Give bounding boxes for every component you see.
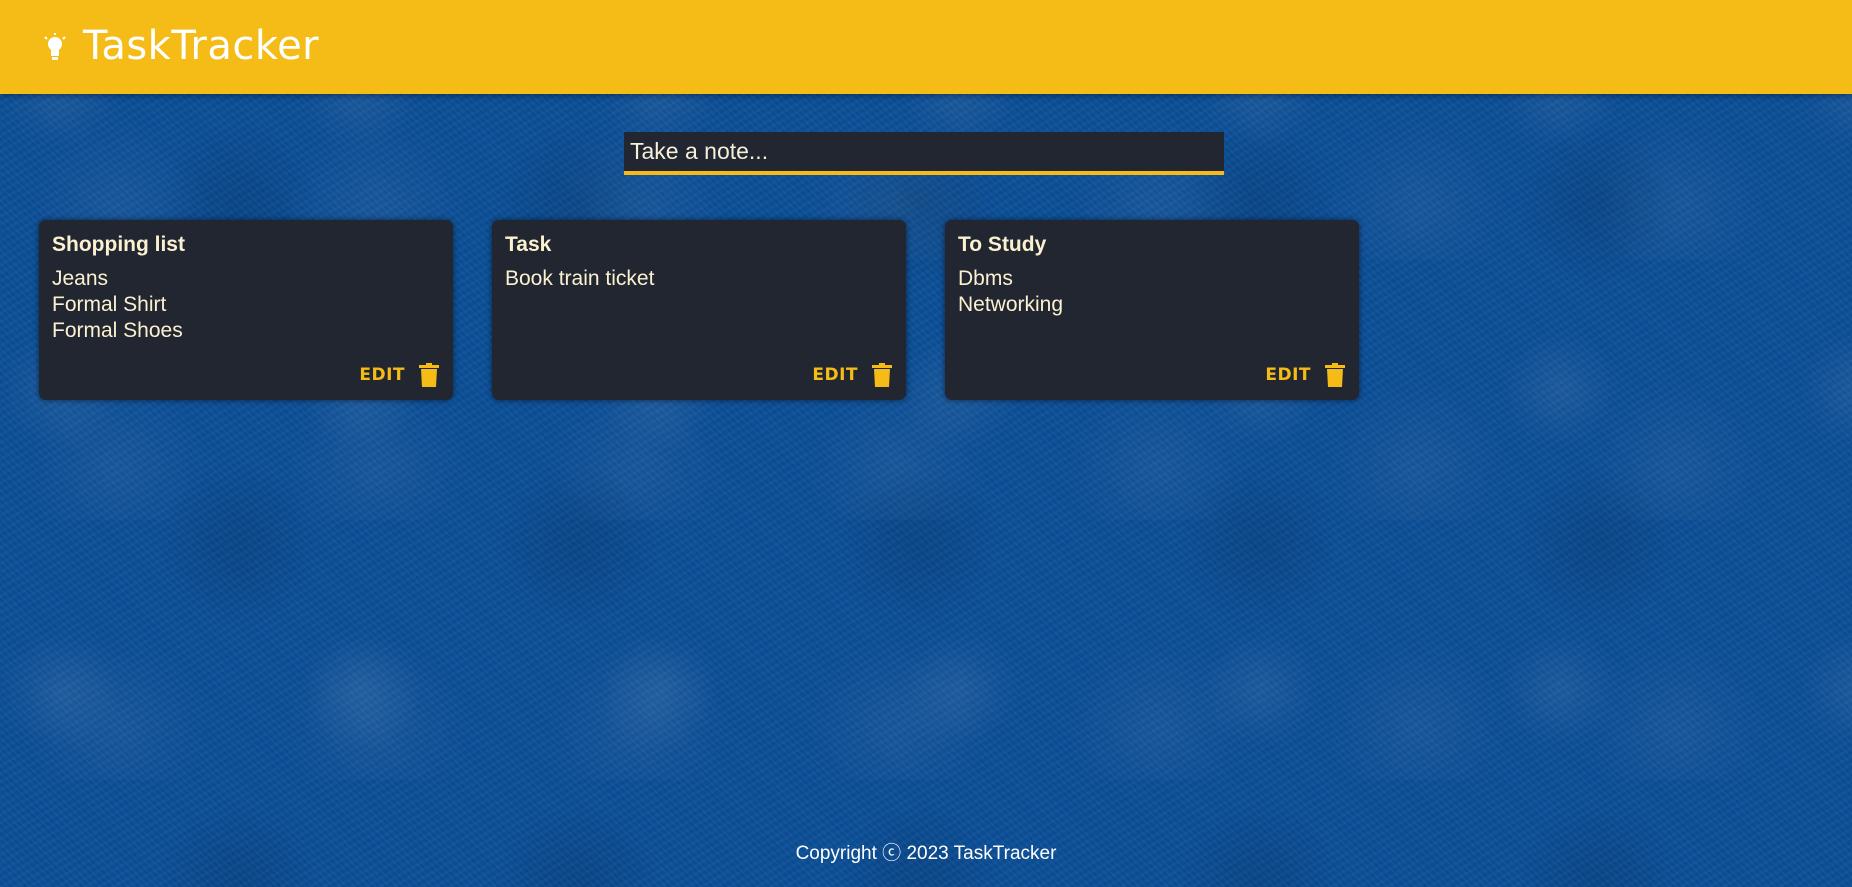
- note-title: Task: [505, 233, 552, 256]
- note-title: To Study: [958, 233, 1047, 256]
- edit-button[interactable]: EDIT: [812, 365, 858, 385]
- edit-button[interactable]: EDIT: [359, 365, 405, 385]
- new-note-field[interactable]: [624, 132, 1224, 175]
- note-line: Formal Shirt: [52, 293, 167, 316]
- edit-button[interactable]: EDIT: [1265, 365, 1311, 385]
- note-actions: EDIT: [1265, 363, 1345, 387]
- note-title: Shopping list: [52, 233, 185, 256]
- app-title: TaskTracker: [83, 23, 320, 69]
- note-actions: EDIT: [812, 363, 892, 387]
- note-line: Formal Shoes: [52, 319, 183, 342]
- delete-button[interactable]: [419, 363, 439, 387]
- note-actions: EDIT: [359, 363, 439, 387]
- note-card-to-study: To Study Dbms Networking EDIT: [945, 220, 1359, 400]
- note-card-task: Task Book train ticket EDIT: [492, 220, 906, 400]
- note-line: Dbms: [958, 267, 1013, 290]
- trash-icon: [1325, 363, 1345, 387]
- take-note-input[interactable]: [624, 132, 1224, 171]
- app-header: TaskTracker: [0, 0, 1852, 94]
- delete-button[interactable]: [872, 363, 892, 387]
- note-line: Book train ticket: [505, 267, 655, 290]
- trash-icon: [872, 363, 892, 387]
- footer-copyright: Copyright ⓒ 2023 TaskTracker: [795, 843, 1057, 864]
- trash-icon: [419, 363, 439, 387]
- lightbulb-icon: [44, 33, 66, 60]
- note-line: Networking: [958, 293, 1064, 316]
- delete-button[interactable]: [1325, 363, 1345, 387]
- note-line: Jeans: [52, 267, 109, 290]
- note-card-shopping-list: Shopping list Jeans Formal Shirt Formal …: [39, 220, 453, 400]
